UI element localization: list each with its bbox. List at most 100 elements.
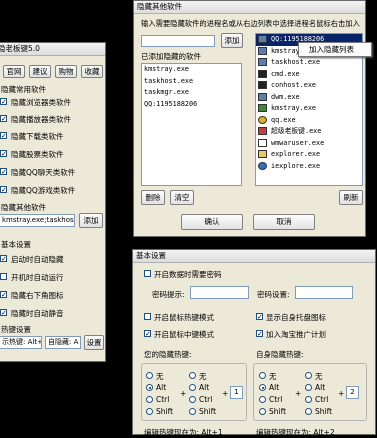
hide-radio-ctrl-b[interactable] — [305, 396, 312, 403]
common-checkbox-1[interactable]: ✓ — [0, 98, 7, 106]
show-radio-ctrl-a[interactable] — [146, 396, 153, 403]
show-radio-ctrl-b[interactable] — [189, 396, 196, 403]
password-checkbox[interactable] — [144, 270, 151, 277]
clear-button[interactable]: 清空 — [170, 190, 194, 205]
password-set-label: 密码设置: — [257, 290, 290, 299]
plus-sign: + — [222, 389, 229, 398]
other-process-input[interactable]: kmstray.exe;taskhost. — [0, 214, 75, 227]
context-menu-add-to-hide-list[interactable]: 加入隐藏列表 — [309, 44, 354, 55]
show-radio-shift-b[interactable] — [189, 408, 196, 415]
process-item[interactable]: dwm.exe — [256, 92, 362, 104]
mouse-hotkey-label: 开启鼠标热键模式 — [154, 313, 214, 322]
show-radio-alt-b[interactable] — [189, 384, 196, 391]
tab-favorites[interactable]: 收藏 — [81, 65, 103, 78]
added-item[interactable]: kmstray.exe — [142, 64, 241, 76]
process-item[interactable]: 超级老板键.exe — [256, 126, 362, 138]
password-hint-input[interactable] — [190, 286, 249, 299]
added-software-list[interactable]: kmstray.exe taskhost.exe taskmgr.exe QQ:… — [141, 63, 242, 186]
common-label-3: 隐藏下载类软件 — [11, 132, 64, 141]
process-icon — [258, 58, 267, 66]
common-checkbox-6[interactable]: ✓ — [0, 186, 7, 194]
add-process-button[interactable]: 添加 — [221, 33, 243, 48]
main-window-title: 隐老板键5.0 — [0, 43, 105, 56]
process-item[interactable]: qq.exe — [256, 115, 362, 127]
hide-radio-shift-b-label: Shift — [315, 407, 333, 416]
process-item[interactable]: wmwaruser.exe — [256, 138, 362, 150]
show-radio-none-b[interactable] — [189, 372, 196, 379]
common-checkbox-5[interactable]: ✓ — [0, 168, 7, 176]
process-item[interactable]: kmstray.exe — [256, 103, 362, 115]
main-window: 隐老板键5.0 官网 建议 购物 收藏 隐藏常用软件 ✓ 隐藏浏览器类软件 ✓ … — [0, 42, 106, 362]
common-checkbox-4[interactable]: ✓ — [0, 150, 7, 158]
hide-radio-shift-a[interactable] — [259, 408, 266, 415]
hotkey-settings-button[interactable]: 设置 — [84, 335, 104, 350]
footer-hide-hotkey: 编辑热键现在为: Alt+2 — [256, 428, 335, 437]
plus-sign: + — [295, 389, 302, 398]
show-radio-alt-b-label: Alt — [199, 383, 210, 392]
hide-key-input[interactable]: 2 — [346, 386, 359, 399]
process-item[interactable]: explorer.exe — [256, 149, 362, 161]
process-item[interactable]: cmd.exe — [256, 69, 362, 81]
process-icon — [258, 69, 267, 78]
common-checkbox-2[interactable]: ✓ — [0, 115, 7, 123]
process-item[interactable]: taskhost.exe — [256, 57, 362, 69]
show-radio-none-a[interactable] — [146, 372, 153, 379]
show-radio-alt-a[interactable] — [146, 384, 153, 391]
hide-radio-alt-a[interactable] — [259, 384, 266, 391]
hide-radio-ctrl-a-label: Ctrl — [269, 395, 283, 404]
process-icon — [258, 138, 267, 147]
ok-button[interactable]: 确认 — [181, 214, 243, 230]
hide-radio-alt-b[interactable] — [305, 384, 312, 391]
basic-dialog-title: 基本设置 — [133, 250, 375, 263]
show-radio-none-b-label: 无 — [199, 372, 207, 381]
hide-radio-none-b[interactable] — [305, 372, 312, 379]
middle-button-checkbox[interactable]: ✓ — [144, 330, 151, 338]
hide-radio-none-b-label: 无 — [315, 372, 323, 381]
add-other-button[interactable]: 添加 — [79, 213, 103, 228]
tray-icon-checkbox[interactable]: ✓ — [256, 313, 263, 321]
refresh-button[interactable]: 刷新 — [339, 190, 363, 205]
basic-label-1: 启动时自动隐藏 — [11, 255, 64, 264]
basic-checkbox-1[interactable]: ✓ — [0, 255, 7, 263]
tab-shopping[interactable]: 购物 — [55, 65, 77, 78]
show-radio-shift-a[interactable] — [146, 408, 153, 415]
hide-radio-shift-a-label: Shift — [269, 407, 287, 416]
section-hotkey-title: 热键设置 — [1, 325, 31, 334]
show-key-input[interactable]: 1 — [230, 386, 243, 399]
basic-checkbox-3[interactable]: ✓ — [0, 291, 7, 299]
show-hotkey-group-title: 您的隐藏热键: — [144, 350, 192, 359]
hide-radio-none-a-label: 无 — [269, 372, 277, 381]
added-list-label: 已添加隐藏的软件 — [141, 52, 201, 61]
basic-checkbox-4[interactable]: ✓ — [0, 309, 7, 317]
password-set-input[interactable] — [295, 286, 353, 299]
added-item[interactable]: QQ:1195188206 — [142, 99, 241, 111]
show-radio-shift-b-label: Shift — [199, 407, 217, 416]
hide-hotkey-input[interactable]: 自隐藏: A — [45, 336, 81, 349]
process-item[interactable]: conhost.exe — [256, 80, 362, 92]
added-item[interactable]: taskhost.exe — [142, 76, 241, 88]
context-menu: 加入隐藏列表 — [298, 42, 372, 57]
show-radio-shift-a-label: Shift — [156, 407, 174, 416]
hide-radio-ctrl-a[interactable] — [259, 396, 266, 403]
mouse-hotkey-checkbox[interactable] — [144, 313, 151, 320]
show-hotkey-input[interactable]: 示热键: Alt+1 — [0, 336, 42, 349]
hide-dialog-instruction: 输入需要隐藏软件的进程名或从右边列表中选择进程名鼠标右击加入 — [141, 19, 360, 28]
basic-checkbox-2[interactable] — [0, 273, 7, 280]
section-other-title: 隐藏其他软件 — [1, 203, 46, 212]
common-checkbox-3[interactable]: ✓ — [0, 132, 7, 140]
taobao-promo-checkbox[interactable]: ✓ — [256, 330, 263, 338]
process-name-input[interactable] — [141, 35, 215, 47]
tab-suggestion[interactable]: 建议 — [29, 65, 51, 78]
cancel-button[interactable]: 取消 — [253, 214, 315, 230]
hide-radio-none-a[interactable] — [259, 372, 266, 379]
folder-icon — [258, 150, 267, 158]
added-item[interactable]: taskmgr.exe — [142, 87, 241, 99]
hide-radio-ctrl-b-label: Ctrl — [315, 395, 329, 404]
common-label-4: 隐藏股票类软件 — [11, 150, 64, 159]
tab-official-site[interactable]: 官网 — [3, 65, 25, 78]
process-item[interactable]: iexplore.exe — [256, 161, 362, 173]
delete-button[interactable]: 删除 — [141, 190, 165, 205]
hide-radio-shift-b[interactable] — [305, 408, 312, 415]
hide-dialog-title: 隐藏其他软件 — [134, 1, 365, 14]
hide-hotkey-group-title: 自身隐藏热键: — [256, 350, 304, 359]
